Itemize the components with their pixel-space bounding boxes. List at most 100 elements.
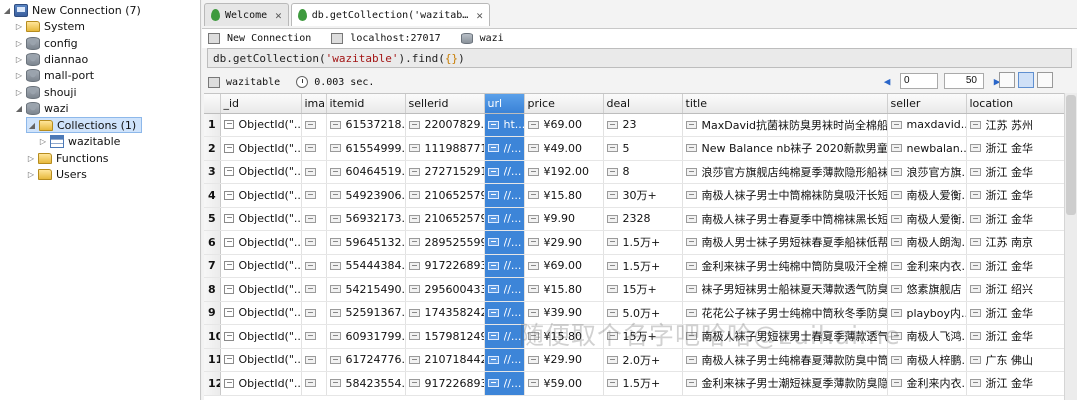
cell-title[interactable]: 金利来袜子男士纯棉中筒防臭吸汗全棉夏... (682, 254, 888, 278)
table-view-button[interactable] (1018, 72, 1034, 88)
row-number[interactable]: 2 (204, 136, 221, 161)
table-row[interactable]: 4 ObjectId("... 54923906... 2106525799 //...… (204, 183, 1064, 208)
cell-title[interactable]: 南极人袜子男士纯棉春夏薄款防臭中筒吸... (682, 348, 888, 372)
cell-url[interactable]: //... (484, 136, 525, 161)
cell-url[interactable]: //... (484, 207, 525, 231)
cell-id[interactable]: ObjectId("... (220, 160, 302, 184)
cell-location[interactable]: 浙江 金华 (966, 324, 1064, 349)
row-number[interactable]: 9 (204, 301, 221, 325)
expand-arrow-icon[interactable]: ▷ (38, 137, 48, 146)
cell-sellerid[interactable]: 917226893 (405, 254, 485, 278)
tree-view-button[interactable] (999, 72, 1015, 88)
table-row[interactable]: 9 ObjectId("... 52591367... 1743582420 //...… (204, 301, 1064, 325)
cell-sellerid[interactable]: 1119887712 (405, 136, 485, 161)
cell-itemid[interactable]: 59645132... (326, 230, 406, 255)
row-number[interactable]: 5 (204, 207, 221, 231)
cell-id[interactable]: ObjectId("... (220, 113, 302, 137)
row-number[interactable]: 6 (204, 230, 221, 255)
expand-arrow-icon[interactable]: ▷ (26, 154, 36, 163)
column-header-id[interactable]: _id (220, 94, 302, 114)
cell-deal[interactable]: 30万+ (603, 183, 683, 208)
cell-deal[interactable]: 8 (603, 160, 683, 184)
column-header-title[interactable]: title (682, 94, 888, 114)
tree-item-db-diannao[interactable]: ▷ diannao (14, 51, 88, 67)
cell-location[interactable]: 浙江 金华 (966, 371, 1064, 396)
cell-seller[interactable]: 南极人爱衡... (887, 183, 967, 208)
cell-location[interactable]: 浙江 绍兴 (966, 277, 1064, 302)
cell-title[interactable]: 南极人袜子男士春夏季中筒棉袜黑长短袜... (682, 207, 888, 231)
cell-sellerid[interactable]: 22007829... (405, 113, 485, 137)
cell-itemid[interactable]: 54923906... (326, 183, 406, 208)
cell-price[interactable]: ¥69.00 (524, 254, 604, 278)
cell-deal[interactable]: 1.5万+ (603, 230, 683, 255)
cell-seller[interactable]: 悠素旗舰店 (887, 277, 967, 302)
close-icon[interactable]: ✕ (275, 9, 282, 22)
cell-id[interactable]: ObjectId("... (220, 207, 302, 231)
expand-arrow-icon[interactable]: ▷ (14, 88, 24, 97)
tree-item-collections[interactable]: ◢ Collections (1) (26, 117, 143, 133)
column-header-sellerid[interactable]: sellerid (405, 94, 485, 114)
table-row[interactable]: 1 ObjectId("... 61537218... 22007829... ht..… (204, 113, 1064, 137)
expand-arrow-icon[interactable]: ▷ (14, 71, 24, 80)
cell-itemid[interactable]: 60464519... (326, 160, 406, 184)
cell-seller[interactable]: 南极人爱衡... (887, 207, 967, 231)
cell-seller[interactable]: maxdavid... (887, 113, 967, 137)
cell-title[interactable]: 金利来袜子男士潮短袜夏季薄款防臭隐形... (682, 371, 888, 396)
cell-itemid[interactable]: 61554999... (326, 136, 406, 161)
cell-ima[interactable] (301, 207, 327, 231)
cell-ima[interactable] (301, 277, 327, 302)
tree-item-functions[interactable]: ▷ Functions (26, 150, 109, 166)
cell-itemid[interactable]: 56932173... (326, 207, 406, 231)
row-number[interactable]: 8 (204, 277, 221, 302)
table-row[interactable]: 12 ObjectId("... 58423554... 917226893 //...… (204, 371, 1064, 396)
cell-seller[interactable]: 南极人朗淘... (887, 230, 967, 255)
cell-location[interactable]: 浙江 金华 (966, 136, 1064, 161)
cell-itemid[interactable]: 60931799... (326, 324, 406, 349)
cell-url[interactable]: //... (484, 324, 525, 349)
cell-id[interactable]: ObjectId("... (220, 371, 302, 396)
row-number[interactable]: 4 (204, 183, 221, 208)
cell-url[interactable]: //... (484, 348, 525, 372)
table-row[interactable]: 3 ObjectId("... 60464519... 272715291 //... ¥… (204, 160, 1064, 184)
cell-price[interactable]: ¥39.90 (524, 301, 604, 325)
table-row[interactable]: 11 ObjectId("... 61724776... 2107184426 //..… (204, 348, 1064, 372)
cell-sellerid[interactable]: 2107184426 (405, 348, 485, 372)
cell-url[interactable]: //... (484, 160, 525, 184)
cell-sellerid[interactable]: 2956004338 (405, 277, 485, 302)
tree-item-collection-wazitable[interactable]: ▷ wazitable (38, 133, 120, 149)
cell-deal[interactable]: 1.5万+ (603, 371, 683, 396)
cell-location[interactable]: 江苏 苏州 (966, 113, 1064, 137)
cell-seller[interactable]: 金利来内衣... (887, 371, 967, 396)
row-number[interactable]: 7 (204, 254, 221, 278)
cell-price[interactable]: ¥15.80 (524, 277, 604, 302)
cell-id[interactable]: ObjectId("... (220, 183, 302, 208)
cell-id[interactable]: ObjectId("... (220, 348, 302, 372)
cell-price[interactable]: ¥15.80 (524, 324, 604, 349)
expand-arrow-icon[interactable]: ▷ (14, 55, 24, 64)
row-number[interactable]: 10 (204, 324, 221, 349)
tree-item-db-wazi[interactable]: ◢ wazi (14, 100, 69, 116)
table-row[interactable]: 7 ObjectId("... 55444384... 917226893 //... ¥… (204, 254, 1064, 278)
cell-price[interactable]: ¥29.90 (524, 230, 604, 255)
cell-deal[interactable]: 2328 (603, 207, 683, 231)
cell-location[interactable]: 浙江 金华 (966, 183, 1064, 208)
cell-deal[interactable]: 5.0万+ (603, 301, 683, 325)
cell-itemid[interactable]: 61537218... (326, 113, 406, 137)
table-row[interactable]: 2 ObjectId("... 61554999... 1119887712 //...… (204, 136, 1064, 161)
cell-title[interactable]: 南极人袜子男士中筒棉袜防臭吸汗长短袜... (682, 183, 888, 208)
tree-item-connection[interactable]: ◢ New Connection (7) (2, 2, 141, 18)
cell-id[interactable]: ObjectId("... (220, 301, 302, 325)
cell-location[interactable]: 浙江 金华 (966, 207, 1064, 231)
cell-ima[interactable] (301, 371, 327, 396)
tree-item-db-system[interactable]: ▷ System (14, 18, 85, 34)
cell-url[interactable]: //... (484, 277, 525, 302)
cell-price[interactable]: ¥59.00 (524, 371, 604, 396)
cell-sellerid[interactable]: 2106525799 (405, 207, 485, 231)
cell-price[interactable]: ¥69.00 (524, 113, 604, 137)
tab-welcome[interactable]: Welcome ✕ (204, 3, 289, 26)
cell-id[interactable]: ObjectId("... (220, 136, 302, 161)
cell-seller[interactable]: playboy内... (887, 301, 967, 325)
column-header-price[interactable]: price (524, 94, 604, 114)
cell-sellerid[interactable]: 1743582420 (405, 301, 485, 325)
cell-id[interactable]: ObjectId("... (220, 277, 302, 302)
